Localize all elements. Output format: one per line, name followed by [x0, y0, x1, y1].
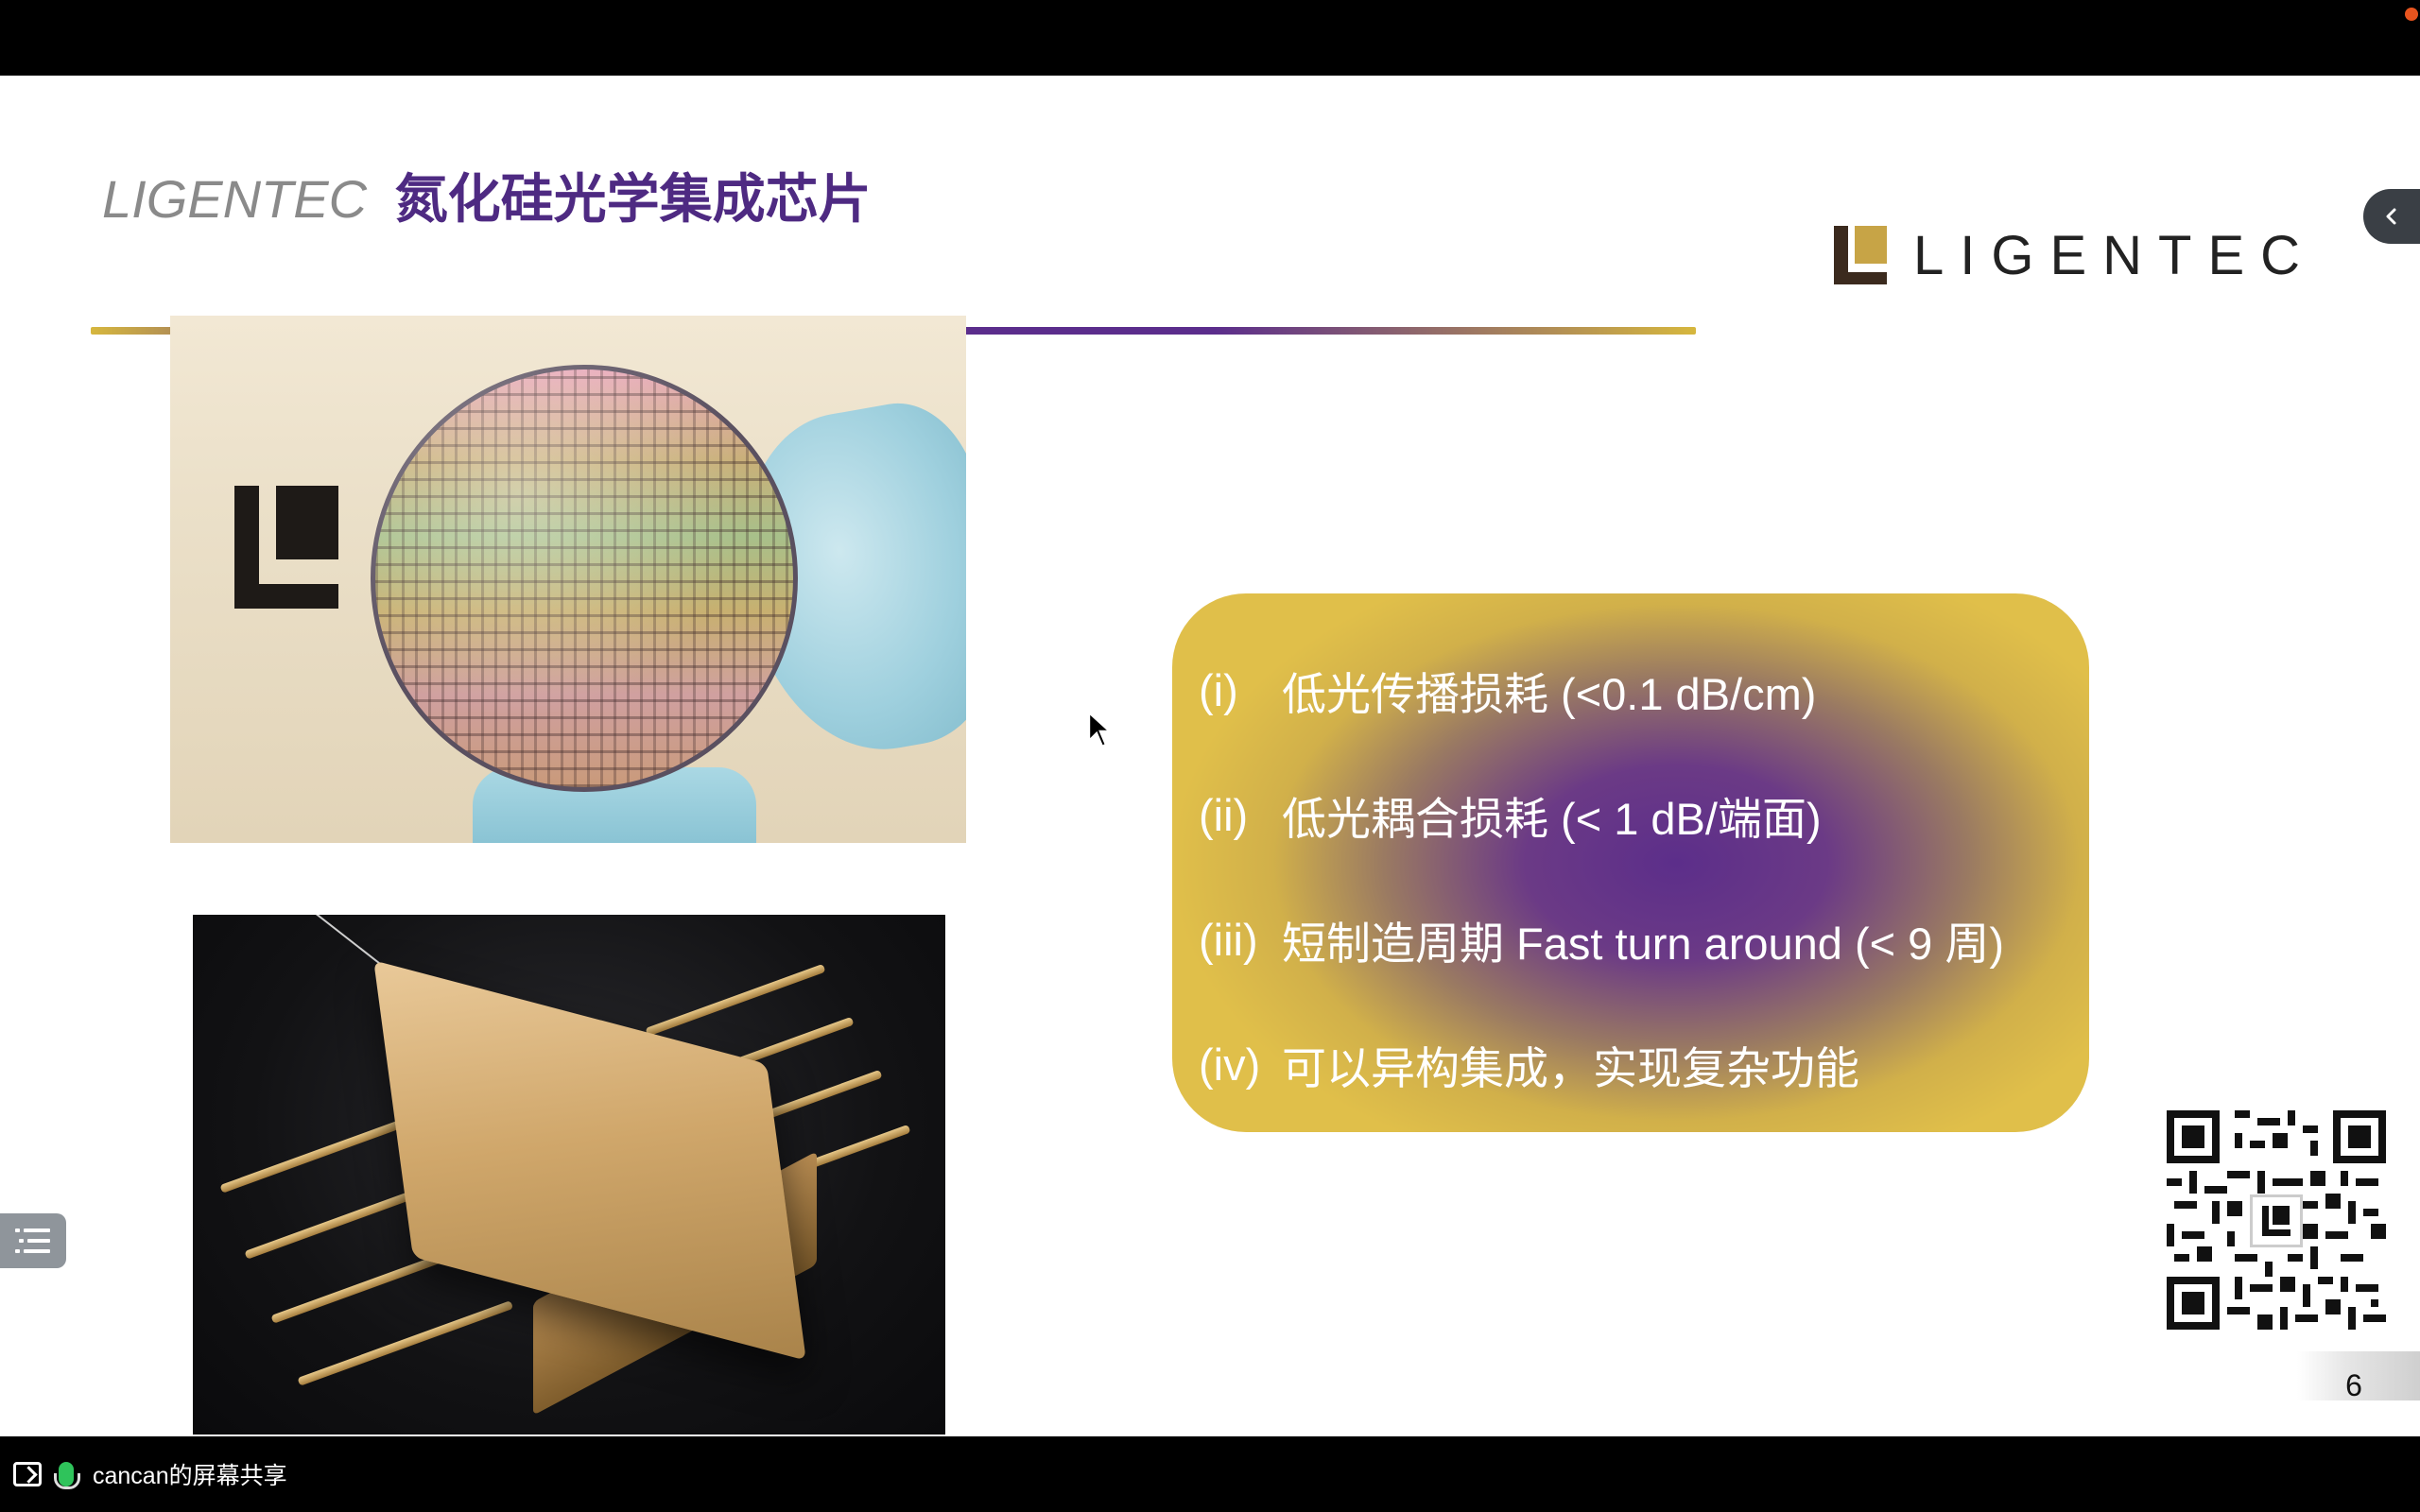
sidebar-collapse-button[interactable] [2363, 189, 2420, 244]
feature-item: (ii) 低光耦合损耗 (< 1 dB/端面) [1199, 789, 1822, 844]
table-of-contents-button[interactable] [0, 1213, 66, 1268]
feature-box: (i) 低光传播损耗 (<0.1 dB/cm) (ii) 低光耦合损耗 (< 1… [1172, 593, 2089, 1132]
wafer-photo [170, 316, 966, 843]
qr-code [2167, 1109, 2386, 1331]
slide-title: LIGENTEC 氮化硅光学集成芯片 [102, 157, 872, 233]
brand-mark-icon [1834, 226, 1889, 284]
gold-module-package [373, 960, 806, 1361]
screen-share-label: cancan的屏幕共享 [93, 1463, 287, 1489]
qr-brand-logo [2250, 1194, 2303, 1247]
slide-title-en: LIGENTEC [102, 169, 368, 229]
page-number: 6 [2345, 1368, 2362, 1402]
wafer-backdrop-logo [234, 486, 338, 609]
microphone-icon[interactable] [54, 1462, 80, 1489]
slide-title-cn: 氮化硅光学集成芯片 [394, 169, 872, 229]
screen-share-bar: cancan的屏幕共享 [0, 1436, 2420, 1512]
brand-logo-text: LIGENTEC [1913, 224, 2317, 286]
feature-item: (iii) 短制造周期 Fast turn around (< 9 周) [1199, 914, 2004, 969]
feature-item: (i) 低光传播损耗 (<0.1 dB/cm) [1199, 664, 1817, 719]
screen-share-icon[interactable] [13, 1462, 42, 1486]
list-icon [15, 1228, 50, 1253]
recording-indicator [2405, 8, 2418, 21]
page-number-box [2297, 1400, 2420, 1436]
module-photo [193, 915, 945, 1435]
top-bar [0, 0, 2420, 76]
mouse-cursor-icon [1087, 711, 1114, 748]
brand-logo: LIGENTEC [1834, 224, 2317, 286]
chevron-left-icon [2386, 208, 2396, 225]
feature-item: (iv) 可以异构集成，实现复杂功能 [1199, 1039, 1859, 1093]
